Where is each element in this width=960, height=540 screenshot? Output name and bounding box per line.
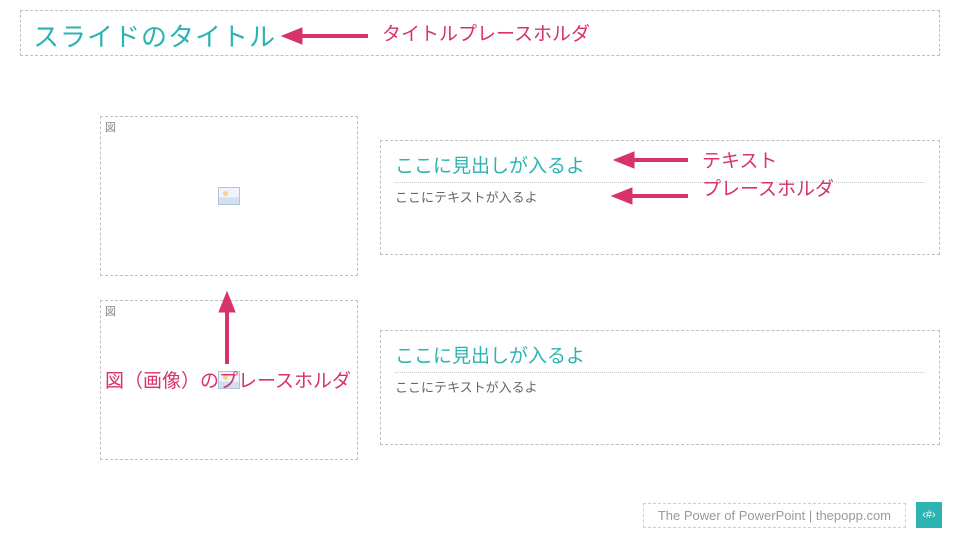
slide-footer: The Power of PowerPoint | thepopp.com ‹#… <box>643 502 942 528</box>
page-number-badge: ‹#› <box>916 502 942 528</box>
annotation-figure-placeholder: 図（画像）のプレースホルダ <box>105 370 351 395</box>
arrow-to-text-body <box>610 184 690 208</box>
text-body-2: ここにテキストが入るよ <box>395 372 925 396</box>
annotation-text-line1: テキスト <box>702 150 777 175</box>
figure-label-2: 図 <box>105 303 116 319</box>
slide-title-text: スライドのタイトル <box>33 22 276 52</box>
annotation-title-placeholder: タイトルプレースホルダ <box>382 23 590 48</box>
arrow-to-figure <box>215 290 239 366</box>
footer-credit: The Power of PowerPoint | thepopp.com <box>643 503 906 528</box>
arrow-to-text-heading <box>612 148 690 172</box>
text-placeholder-2[interactable]: ここに見出しが入るよ ここにテキストが入るよ <box>380 330 940 445</box>
annotation-text-line2: プレースホルダ <box>702 178 834 203</box>
figure-placeholder-1[interactable]: 図 <box>100 116 358 276</box>
image-icon <box>218 187 240 205</box>
arrow-to-title <box>280 24 370 48</box>
figure-label-1: 図 <box>105 119 116 135</box>
text-heading-2: ここに見出しが入るよ <box>395 341 925 368</box>
